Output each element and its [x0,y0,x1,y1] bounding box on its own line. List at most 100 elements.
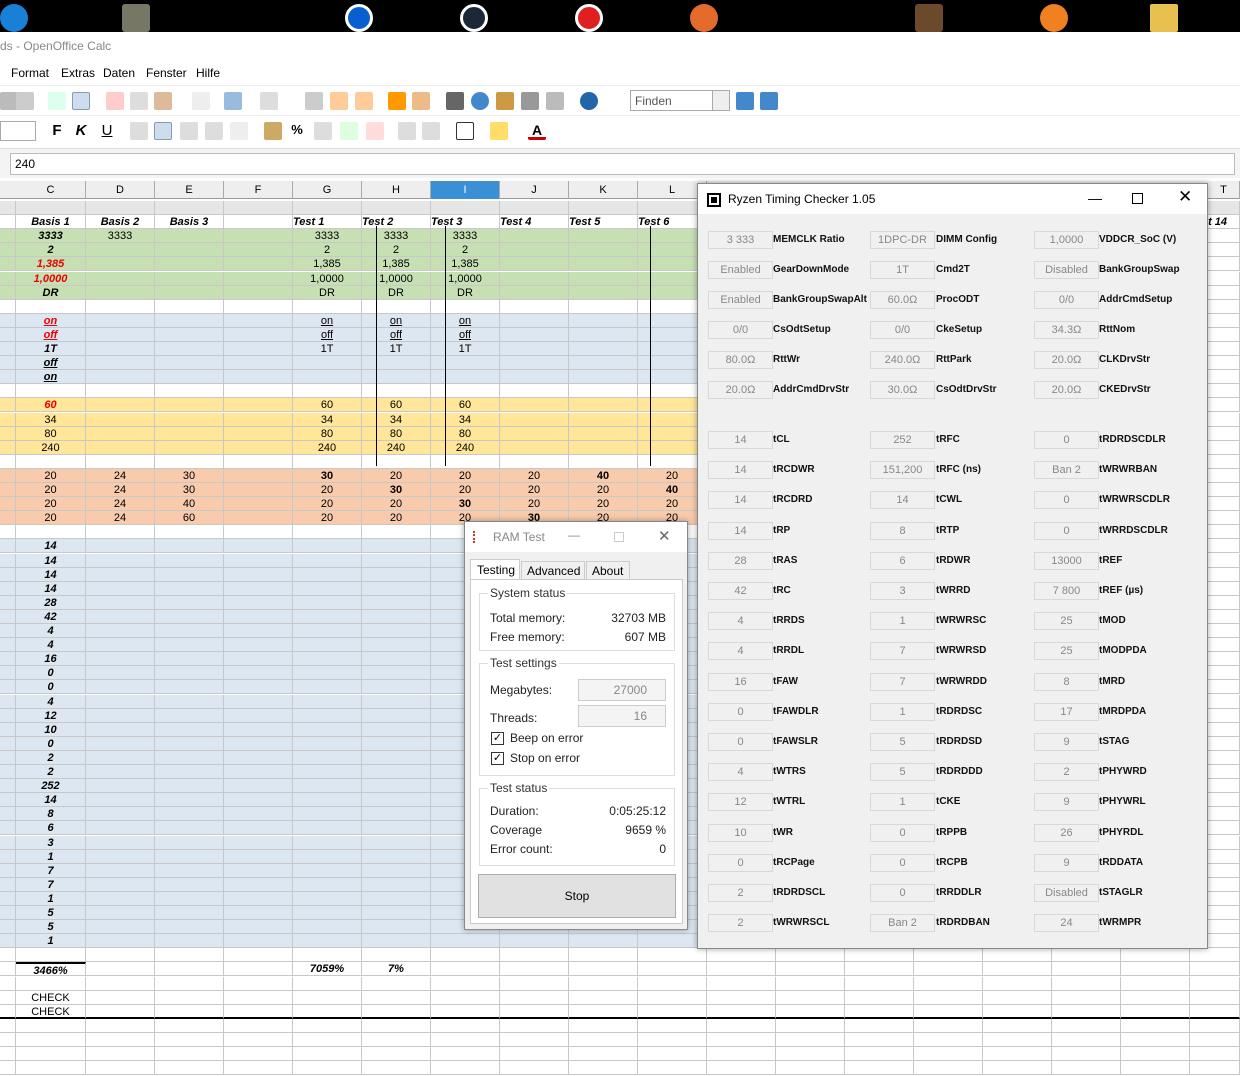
sheet-cell[interactable] [293,680,362,695]
sheet-cell[interactable]: 20 [293,511,362,526]
sheet-cell[interactable] [224,1061,293,1076]
align-left-icon[interactable] [130,122,148,140]
sheet-cell[interactable] [569,342,638,356]
sheet-cell[interactable] [362,990,431,1005]
hyperlink-icon[interactable] [305,92,323,110]
sheet-cell[interactable] [155,271,224,286]
sheet-cell[interactable]: 30 [362,483,431,497]
sheet-cell[interactable] [500,299,569,314]
sheet-cell[interactable] [0,652,16,667]
sheet-cell[interactable]: 60 [362,398,431,413]
sheet-cell[interactable]: 5 [16,920,86,935]
sheet-cell[interactable] [155,356,224,371]
sheet-cell[interactable] [86,793,155,808]
sheet-cell[interactable] [914,1032,983,1047]
sheet-cell[interactable]: 20 [431,468,500,483]
sheet-cell[interactable] [86,666,155,681]
sheet-cell[interactable] [86,201,155,215]
sheet-cell[interactable]: on [431,313,500,328]
sheet-cell[interactable] [86,412,155,427]
sheet-cell[interactable] [155,793,224,808]
sheet-cell[interactable] [224,920,293,935]
sheet-cell[interactable] [431,1061,500,1076]
sheet-cell[interactable] [845,1032,914,1047]
find-prev-icon[interactable] [760,92,778,110]
sheet-cell[interactable] [86,426,155,441]
sheet-cell[interactable]: 7% [362,962,431,977]
sheet-cell[interactable] [638,1018,707,1033]
sheet-cell[interactable] [0,1004,16,1019]
sheet-cell[interactable] [224,1004,293,1019]
cut-icon[interactable] [106,92,124,110]
sheet-cell[interactable] [293,906,362,920]
app-icon-7[interactable] [915,4,943,32]
sheet-cell[interactable] [224,483,293,497]
sheet-cell[interactable] [0,215,16,230]
sheet-cell[interactable]: 30 [431,497,500,512]
sheet-cell[interactable] [638,1032,707,1047]
sheet-cell[interactable] [16,454,86,469]
sheet-cell[interactable] [16,948,86,963]
sheet-cell[interactable]: 4 [16,694,86,709]
sheet-cell[interactable] [500,384,569,399]
sheet-cell[interactable] [86,722,155,737]
italic-icon[interactable]: K [72,122,90,140]
sheet-cell[interactable] [776,1032,845,1047]
sheet-cell[interactable] [0,440,16,455]
sheet-cell[interactable]: 3333 [362,229,431,244]
font-color-icon[interactable]: A [528,122,546,140]
sheet-cell[interactable] [0,934,16,949]
sheet-cell[interactable]: 20 [569,497,638,512]
sheet-cell[interactable]: Test 5 [569,215,638,230]
sheet-cell[interactable] [293,539,362,554]
sheet-cell[interactable] [983,1004,1052,1019]
sheet-cell[interactable]: 2 [362,243,431,258]
sheet-cell[interactable] [1190,1018,1240,1033]
sheet-cell[interactable] [0,750,16,765]
sheet-cell[interactable]: DR [16,285,86,300]
sheet-cell[interactable] [155,412,224,427]
sheet-cell[interactable] [86,891,155,906]
sheet-cell[interactable] [155,765,224,779]
background-color-icon[interactable] [490,122,508,140]
sheet-cell[interactable] [293,1004,362,1019]
sheet-cell[interactable] [16,1061,86,1076]
sheet-cell[interactable]: 34 [362,412,431,427]
sheet-cell[interactable] [224,976,293,991]
folder-icon[interactable] [1150,4,1178,32]
sheet-cell[interactable] [224,384,293,399]
sheet-cell[interactable] [362,765,431,779]
number-format-icon[interactable] [314,122,332,140]
sheet-cell[interactable] [431,962,500,977]
sheet-cell[interactable] [224,708,293,723]
sheet-cell[interactable] [362,948,431,963]
sheet-cell[interactable]: 24 [86,511,155,526]
sheet-cell[interactable] [362,1047,431,1061]
sheet-cell[interactable] [500,356,569,371]
sheet-cell[interactable] [86,708,155,723]
sheet-cell[interactable] [0,609,16,624]
sheet-cell[interactable] [224,215,293,230]
sheet-cell[interactable] [155,327,224,342]
col-header-d[interactable]: D [86,181,155,199]
sheet-cell[interactable] [1052,1061,1121,1076]
menu-daten[interactable]: Daten [103,66,135,80]
sheet-cell[interactable] [0,849,16,864]
sheet-cell[interactable] [500,1047,569,1061]
sheet-cell[interactable] [16,201,86,215]
chart-icon[interactable] [388,92,406,110]
sheet-cell[interactable]: 1T [293,342,362,356]
sheet-cell[interactable] [500,257,569,272]
sheet-cell[interactable] [155,1047,224,1061]
sheet-cell[interactable] [0,497,16,512]
sheet-cell[interactable] [0,666,16,681]
sheet-cell[interactable] [776,1018,845,1033]
sheet-cell[interactable] [0,708,16,723]
sheet-cell[interactable] [86,624,155,638]
spellcheck-icon[interactable] [48,92,66,110]
sheet-cell[interactable]: off [431,327,500,342]
sheet-cell[interactable] [86,553,155,568]
sheet-cell[interactable] [0,779,16,794]
sheet-cell[interactable] [845,1004,914,1019]
sheet-cell[interactable] [0,342,16,356]
